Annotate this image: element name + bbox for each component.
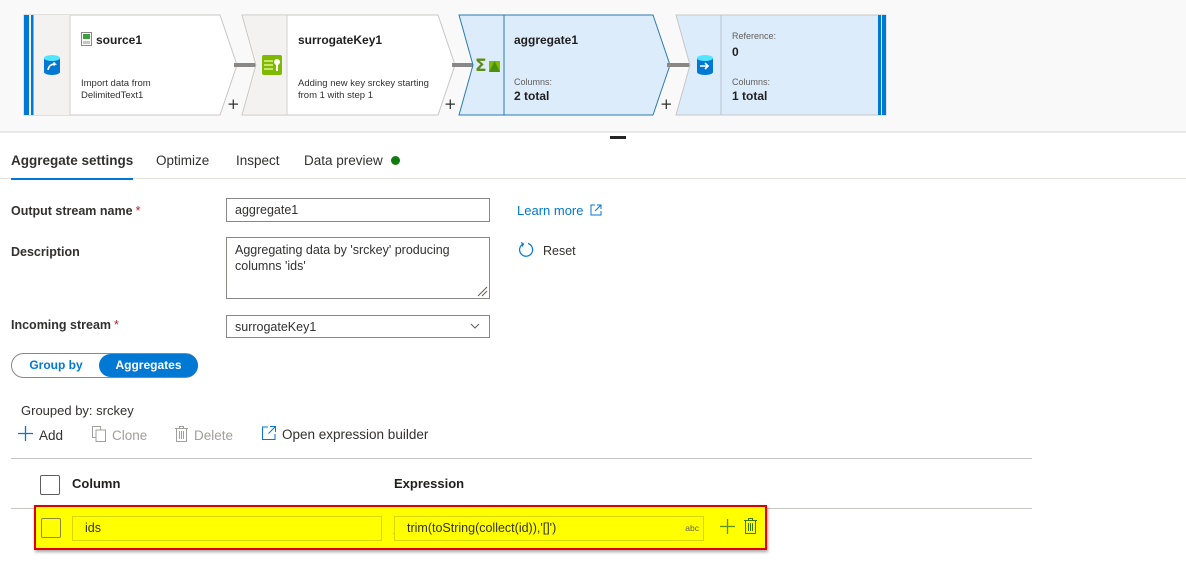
chevron-down-icon <box>470 321 480 332</box>
incoming-stream-value: surrogateKey1 <box>235 320 317 334</box>
panel-resize-handle[interactable] <box>610 136 626 139</box>
table-top-divider <box>11 458 1032 459</box>
columns-label: Columns: <box>732 77 771 87</box>
description-textarea[interactable]: Aggregating data by 'srckey' producing c… <box>226 237 490 299</box>
copy-icon <box>92 426 106 445</box>
required-marker: * <box>114 318 119 332</box>
columns-value: 1 total <box>732 89 768 103</box>
groupby-aggregates-toggle: Group by Aggregates <box>11 353 198 378</box>
node-aggregate1[interactable]: Σ aggregate1 Columns: 2 total + <box>458 14 674 116</box>
add-row-plus-icon[interactable] <box>720 519 735 539</box>
node-description: Adding new key srckey starting from 1 wi… <box>298 78 429 102</box>
add-button[interactable]: Add <box>18 426 63 444</box>
delete-row-trash-icon[interactable] <box>744 518 757 539</box>
table-row: ids trim(toString(collect(id)),'[]') abc <box>34 505 767 550</box>
tab-label: Aggregate settings <box>11 153 134 168</box>
plus-icon <box>18 426 33 444</box>
external-link-icon <box>262 426 276 443</box>
tab-optimize[interactable]: Optimize <box>156 153 209 179</box>
open-expression-builder-label: Open expression builder <box>282 427 429 442</box>
reference-value: 0 <box>732 45 739 59</box>
column-name-value: ids <box>85 521 101 535</box>
node-description-line: Import data from <box>81 78 151 89</box>
output-stream-label: Output stream name * <box>11 204 141 218</box>
incoming-stream-select[interactable]: surrogateKey1 <box>226 315 490 338</box>
clone-button[interactable]: Clone <box>92 426 147 445</box>
csv-file-icon <box>81 32 92 51</box>
source-database-icon <box>34 15 70 115</box>
node-title: aggregate1 <box>514 33 579 47</box>
reset-button[interactable]: Reset <box>518 241 576 261</box>
node-description-line: DelimitedText1 <box>81 90 144 101</box>
clone-label: Clone <box>112 428 148 443</box>
svg-text:Σ: Σ <box>475 56 487 74</box>
reset-label: Reset <box>543 244 576 258</box>
add-transform-button[interactable]: + <box>227 95 240 113</box>
column-name-dropdown[interactable]: ids <box>72 516 405 541</box>
select-all-checkbox[interactable] <box>40 475 60 495</box>
expression-value: trim(toString(collect(id)),'[]') <box>407 521 557 535</box>
toggle-option-group-by[interactable]: Group by <box>12 354 100 377</box>
delete-label: Delete <box>194 428 234 443</box>
delete-button[interactable]: Delete <box>175 426 233 445</box>
required-marker: * <box>135 204 141 218</box>
learn-more-link[interactable]: Learn more <box>517 203 602 219</box>
type-badge-string: abc <box>685 523 699 533</box>
tab-aggregate-settings[interactable]: Aggregate settings <box>11 153 134 180</box>
expression-input[interactable]: trim(toString(collect(id)),'[]') abc <box>394 516 704 541</box>
node-surrogatekey1[interactable]: surrogateKey1 Adding new key srckey star… <box>241 14 460 116</box>
add-transform-button[interactable]: + <box>660 95 673 113</box>
learn-more-label: Learn more <box>517 203 584 218</box>
surrogate-key-icon <box>256 15 287 115</box>
incoming-stream-label: Incoming stream * <box>11 318 119 332</box>
node-sink[interactable]: Reference: 0 Columns: 1 total <box>675 14 888 116</box>
tab-label: Inspect <box>236 153 280 168</box>
node-description: Import data from DelimitedText1 <box>81 78 151 102</box>
refresh-icon <box>518 241 535 261</box>
column-header-expression: Expression <box>394 476 465 491</box>
trash-icon <box>175 426 188 445</box>
node-source1[interactable]: source1 Import data from DelimitedText1 … <box>23 14 240 116</box>
toggle-option-aggregates[interactable]: Aggregates <box>99 354 198 377</box>
reference-label: Reference: <box>732 31 777 41</box>
resize-grip-icon[interactable] <box>476 284 488 297</box>
tab-label: Optimize <box>156 153 210 168</box>
columns-value: 2 total <box>514 89 550 103</box>
row-checkbox[interactable] <box>41 518 61 538</box>
column-header-column: Column <box>72 476 121 491</box>
pipeline-canvas[interactable]: source1 Import data from DelimitedText1 … <box>0 0 1186 133</box>
tab-label: Data preview <box>304 153 383 168</box>
node-title: surrogateKey1 <box>298 33 383 47</box>
node-description-line: Adding new key srckey starting <box>298 78 429 89</box>
settings-tabs: Aggregate settings Optimize Inspect Data… <box>0 148 1186 180</box>
sink-database-icon <box>688 15 721 115</box>
node-description-line: from 1 with step 1 <box>298 90 373 101</box>
add-label: Add <box>39 427 64 443</box>
add-transform-button[interactable]: + <box>444 95 457 113</box>
aggregate-sigma-icon: Σ <box>471 15 504 115</box>
status-dot-icon <box>390 156 400 165</box>
columns-label: Columns: <box>514 77 553 87</box>
description-label: Description <box>11 245 80 259</box>
open-expression-builder-button[interactable]: Open expression builder <box>262 426 428 443</box>
tab-data-preview[interactable]: Data preview <box>304 153 400 179</box>
tab-inspect[interactable]: Inspect <box>236 153 280 179</box>
output-stream-name-input[interactable] <box>226 198 490 222</box>
external-link-icon <box>590 204 602 219</box>
node-title: source1 <box>96 33 143 47</box>
grouped-by-text: Grouped by: srckey <box>21 403 134 418</box>
